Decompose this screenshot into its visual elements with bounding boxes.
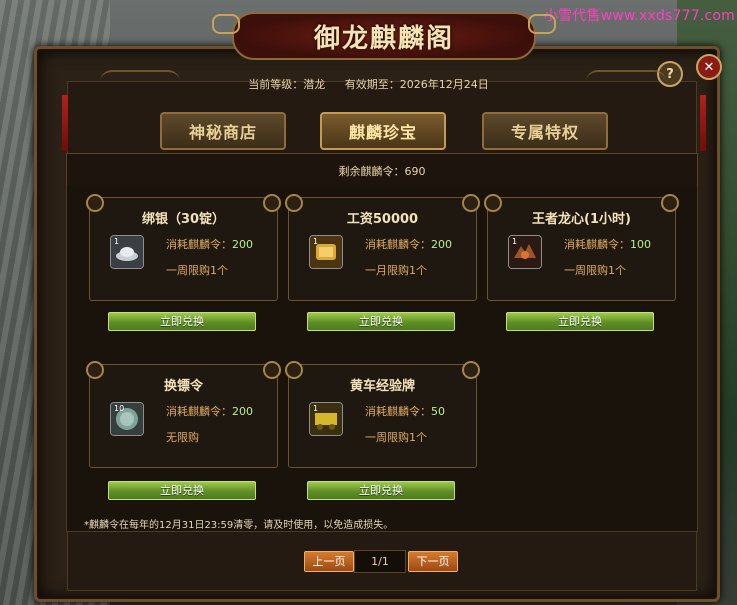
left-tassel: [62, 95, 68, 151]
tab-mystery-shop[interactable]: 神秘商店: [160, 112, 286, 150]
item-title: 绑银（30锭）: [141, 212, 226, 227]
cost-label: 消耗麒麟令：: [365, 238, 431, 251]
silver-ingot-icon[interactable]: 1: [110, 235, 144, 269]
item-title: 工资50000: [346, 212, 419, 227]
item-limit: 一周限购1个: [166, 264, 228, 277]
item-card: 黄车经验牌 1 消耗麒麟令：50 一周限购1个: [285, 361, 480, 468]
title-plate: 御龙麒麟阁: [232, 12, 536, 60]
reset-note: *麒麟令在每年的12月31日23:59清零，请及时使用，以免造成损失。: [84, 520, 394, 531]
gold-scroll-icon[interactable]: 1: [309, 235, 343, 269]
item-title: 黄车经验牌: [349, 379, 415, 394]
item-card: 王者龙心(1小时) 1 消耗麒麟令：100 一周限购1个: [484, 194, 679, 301]
title-ornament-left: [212, 14, 240, 34]
item-cost: 消耗麒麟令：100: [564, 236, 651, 252]
cost-label: 消耗麒麟令：: [365, 405, 431, 418]
remaining-tokens: 剩余麒麟令：690: [338, 164, 426, 178]
cost-value: 50: [431, 405, 445, 418]
item-quantity: 1: [114, 237, 120, 246]
tab-exclusive-privilege[interactable]: 专属特权: [482, 112, 608, 150]
cost-value: 200: [232, 405, 253, 418]
cost-value: 200: [232, 238, 253, 251]
redeem-button[interactable]: 立即兑换: [307, 312, 455, 331]
tab-label: 专属特权: [510, 123, 579, 142]
escort-token-icon[interactable]: 10: [110, 402, 144, 436]
cost-label: 消耗麒麟令：: [166, 405, 232, 418]
yellow-cart-exp-icon[interactable]: 1: [309, 402, 343, 436]
remaining-tokens-bar: 剩余麒麟令：690: [66, 153, 698, 188]
redeem-button[interactable]: 立即兑换: [108, 481, 256, 500]
item-limit: 一月限购1个: [365, 264, 427, 277]
watermark: 小雪代售www.xxds777.com: [543, 8, 735, 24]
status-line: 当前等级：潜龙 有效期至：2026年12月24日: [0, 76, 737, 92]
item-cost: 消耗麒麟令：200: [166, 403, 253, 419]
right-tassel: [700, 95, 706, 151]
item-title: 王者龙心(1小时): [532, 212, 631, 227]
item-quantity: 10: [114, 404, 125, 413]
redeem-button[interactable]: 立即兑换: [506, 312, 654, 331]
window-title: 御龙麒麟阁: [313, 23, 454, 54]
item-limit: 一周限购1个: [365, 431, 427, 444]
item-limit: 一周限购1个: [564, 264, 626, 277]
dragon-heart-icon[interactable]: 1: [508, 235, 542, 269]
redeem-button[interactable]: 立即兑换: [307, 481, 455, 500]
cost-label: 消耗麒麟令：: [166, 238, 232, 251]
title-ornament-right: [528, 14, 556, 34]
tab-qilin-treasure[interactable]: 麒麟珍宝: [320, 112, 446, 150]
tab-label: 麒麟珍宝: [348, 123, 417, 142]
cost-value: 100: [630, 238, 651, 251]
item-quantity: 1: [313, 404, 319, 413]
page-indicator: 1/1: [354, 550, 406, 573]
next-page-button[interactable]: 下一页: [408, 551, 458, 572]
item-cost: 消耗麒麟令：200: [166, 236, 253, 252]
item-card: 换镖令 10 消耗麒麟令：200 无限购: [86, 361, 281, 468]
item-cost: 消耗麒麟令：200: [365, 236, 452, 252]
item-card: 绑银（30锭） 1 消耗麒麟令：200 一周限购1个: [86, 194, 281, 301]
cost-value: 200: [431, 238, 452, 251]
item-cost: 消耗麒麟令：50: [365, 403, 445, 419]
cost-label: 消耗麒麟令：: [564, 238, 630, 251]
level-text: 当前等级：潜龙: [248, 78, 326, 91]
tab-label: 神秘商店: [188, 123, 257, 142]
item-title: 换镖令: [163, 379, 203, 394]
item-limit: 无限购: [166, 431, 199, 444]
item-quantity: 1: [313, 237, 319, 246]
item-card: 工资50000 1 消耗麒麟令：200 一月限购1个: [285, 194, 480, 301]
prev-page-button[interactable]: 上一页: [304, 551, 354, 572]
redeem-button[interactable]: 立即兑换: [108, 312, 256, 331]
expiry-text: 有效期至：2026年12月24日: [344, 78, 489, 91]
item-quantity: 1: [512, 237, 518, 246]
